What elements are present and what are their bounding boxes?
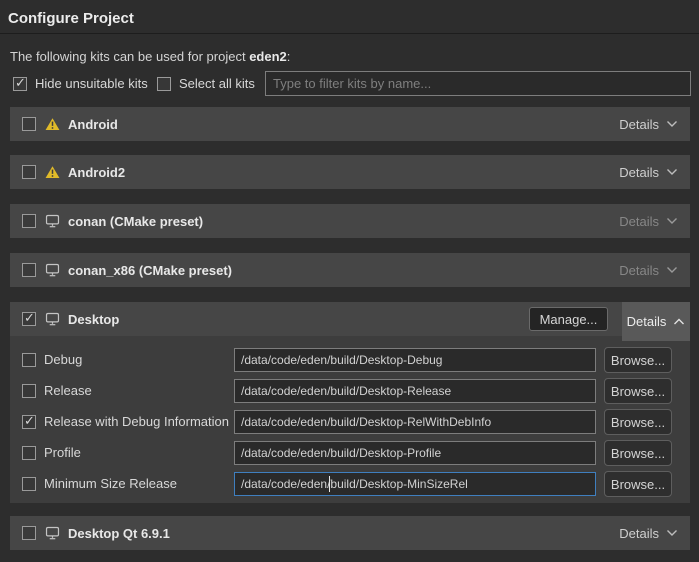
- build-config-checkbox[interactable]: Profile: [22, 445, 81, 460]
- select-all-kits-checkbox[interactable]: Select all kits: [157, 76, 255, 91]
- details-label: Details: [619, 263, 659, 278]
- build-config-row-relwithdebinfo: ✓ Release with Debug Information Browse.…: [10, 410, 690, 434]
- browse-button[interactable]: Browse...: [604, 471, 672, 497]
- details-label: Details: [619, 214, 659, 229]
- build-dir-input[interactable]: [234, 379, 596, 403]
- build-config-checkbox[interactable]: Minimum Size Release: [22, 476, 177, 491]
- browse-button[interactable]: Browse...: [604, 440, 672, 466]
- kit-filter-field: [265, 71, 691, 96]
- build-dir-input[interactable]: [234, 348, 596, 372]
- build-dir-field: [234, 379, 596, 403]
- divider: [0, 33, 699, 34]
- check-icon: ✓: [15, 75, 26, 91]
- chevron-down-icon: [666, 168, 678, 176]
- build-config-label: Release: [44, 383, 92, 398]
- checkbox-box[interactable]: ✓: [22, 415, 36, 429]
- project-name: eden2: [249, 49, 287, 64]
- kit-section-desktop: ✓ Desktop Manage... Details Debug Browse…: [10, 302, 690, 503]
- details-label: Details: [627, 314, 667, 329]
- kit-checkbox[interactable]: [22, 117, 36, 131]
- kit-checkbox[interactable]: [22, 214, 36, 228]
- details-label: Details: [619, 117, 659, 132]
- details-label: Details: [619, 165, 659, 180]
- monitor-icon: [44, 526, 60, 540]
- kit-name: Desktop: [68, 312, 119, 327]
- build-dir-field: [234, 348, 596, 372]
- build-dir-input[interactable]: [234, 472, 596, 496]
- hide-unsuitable-kits-label: Hide unsuitable kits: [35, 76, 148, 91]
- details-toggle-expanded[interactable]: Details: [622, 302, 690, 341]
- browse-button[interactable]: Browse...: [604, 347, 672, 373]
- build-config-row-profile: Profile Browse...: [10, 441, 690, 465]
- monitor-icon: [44, 312, 60, 326]
- kit-checkbox[interactable]: ✓: [22, 312, 36, 326]
- build-config-label: Minimum Size Release: [44, 476, 177, 491]
- kit-name: Android2: [68, 165, 125, 180]
- details-toggle[interactable]: Details: [617, 516, 680, 550]
- build-dir-field: [234, 410, 596, 434]
- checkbox-box[interactable]: [22, 353, 36, 367]
- build-dir-input[interactable]: [234, 410, 596, 434]
- monitor-icon: [44, 214, 60, 228]
- page-title: Configure Project: [8, 10, 134, 27]
- kit-row-android2[interactable]: Android2 Details: [10, 155, 690, 189]
- kit-checkbox[interactable]: [22, 165, 36, 179]
- intro-prefix: The following kits can be used for proje…: [10, 49, 249, 64]
- kit-name: Android: [68, 117, 118, 132]
- kit-name: conan_x86 (CMake preset): [68, 263, 232, 278]
- check-icon: ✓: [24, 413, 35, 429]
- checkbox-box[interactable]: [157, 77, 171, 91]
- manage-kits-button[interactable]: Manage...: [529, 307, 608, 331]
- details-toggle[interactable]: Details: [617, 155, 680, 189]
- chevron-up-icon: [673, 318, 685, 326]
- build-config-row-minsizerel: Minimum Size Release Browse...: [10, 472, 690, 496]
- kit-row-conan-x86[interactable]: conan_x86 (CMake preset) Details: [10, 253, 690, 287]
- details-toggle[interactable]: Details: [617, 204, 680, 238]
- details-toggle[interactable]: Details: [617, 253, 680, 287]
- kit-row-conan[interactable]: conan (CMake preset) Details: [10, 204, 690, 238]
- details-toggle[interactable]: Details: [617, 107, 680, 141]
- build-config-label: Debug: [44, 352, 82, 367]
- hide-unsuitable-kits-checkbox[interactable]: ✓ Hide unsuitable kits: [13, 76, 148, 91]
- chevron-down-icon: [666, 529, 678, 537]
- kit-checkbox[interactable]: [22, 263, 36, 277]
- kit-filter-input[interactable]: [265, 71, 691, 96]
- chevron-down-icon: [666, 217, 678, 225]
- kit-row-desktop-qt-691[interactable]: Desktop Qt 6.9.1 Details: [10, 516, 690, 550]
- checkbox-box[interactable]: ✓: [13, 77, 27, 91]
- build-config-row-release: Release Browse...: [10, 379, 690, 403]
- build-dir-field: [234, 441, 596, 465]
- check-icon: ✓: [24, 310, 35, 326]
- build-config-checkbox[interactable]: ✓ Release with Debug Information: [22, 414, 229, 429]
- build-config-checkbox[interactable]: Release: [22, 383, 92, 398]
- build-dir-field-focused: [234, 472, 596, 496]
- build-config-label: Profile: [44, 445, 81, 460]
- kit-name: conan (CMake preset): [68, 214, 203, 229]
- kit-row-android[interactable]: Android Details: [10, 107, 690, 141]
- checkbox-box[interactable]: [22, 477, 36, 491]
- intro-suffix: :: [287, 49, 291, 64]
- build-dir-input[interactable]: [234, 441, 596, 465]
- kit-name: Desktop Qt 6.9.1: [68, 526, 170, 541]
- text-cursor: [329, 476, 330, 492]
- build-config-row-debug: Debug Browse...: [10, 348, 690, 372]
- browse-button[interactable]: Browse...: [604, 409, 672, 435]
- warning-icon: [44, 165, 60, 179]
- monitor-icon: [44, 263, 60, 277]
- browse-button[interactable]: Browse...: [604, 378, 672, 404]
- checkbox-box[interactable]: [22, 384, 36, 398]
- warning-icon: [44, 117, 60, 131]
- details-label: Details: [619, 526, 659, 541]
- build-config-label: Release with Debug Information: [44, 414, 229, 429]
- chevron-down-icon: [666, 266, 678, 274]
- select-all-kits-label: Select all kits: [179, 76, 255, 91]
- build-config-checkbox[interactable]: Debug: [22, 352, 82, 367]
- kit-checkbox[interactable]: [22, 526, 36, 540]
- configure-project-screen: Configure Project The following kits can…: [0, 0, 699, 562]
- intro-text: The following kits can be used for proje…: [10, 49, 290, 64]
- checkbox-box[interactable]: [22, 446, 36, 460]
- chevron-down-icon: [666, 120, 678, 128]
